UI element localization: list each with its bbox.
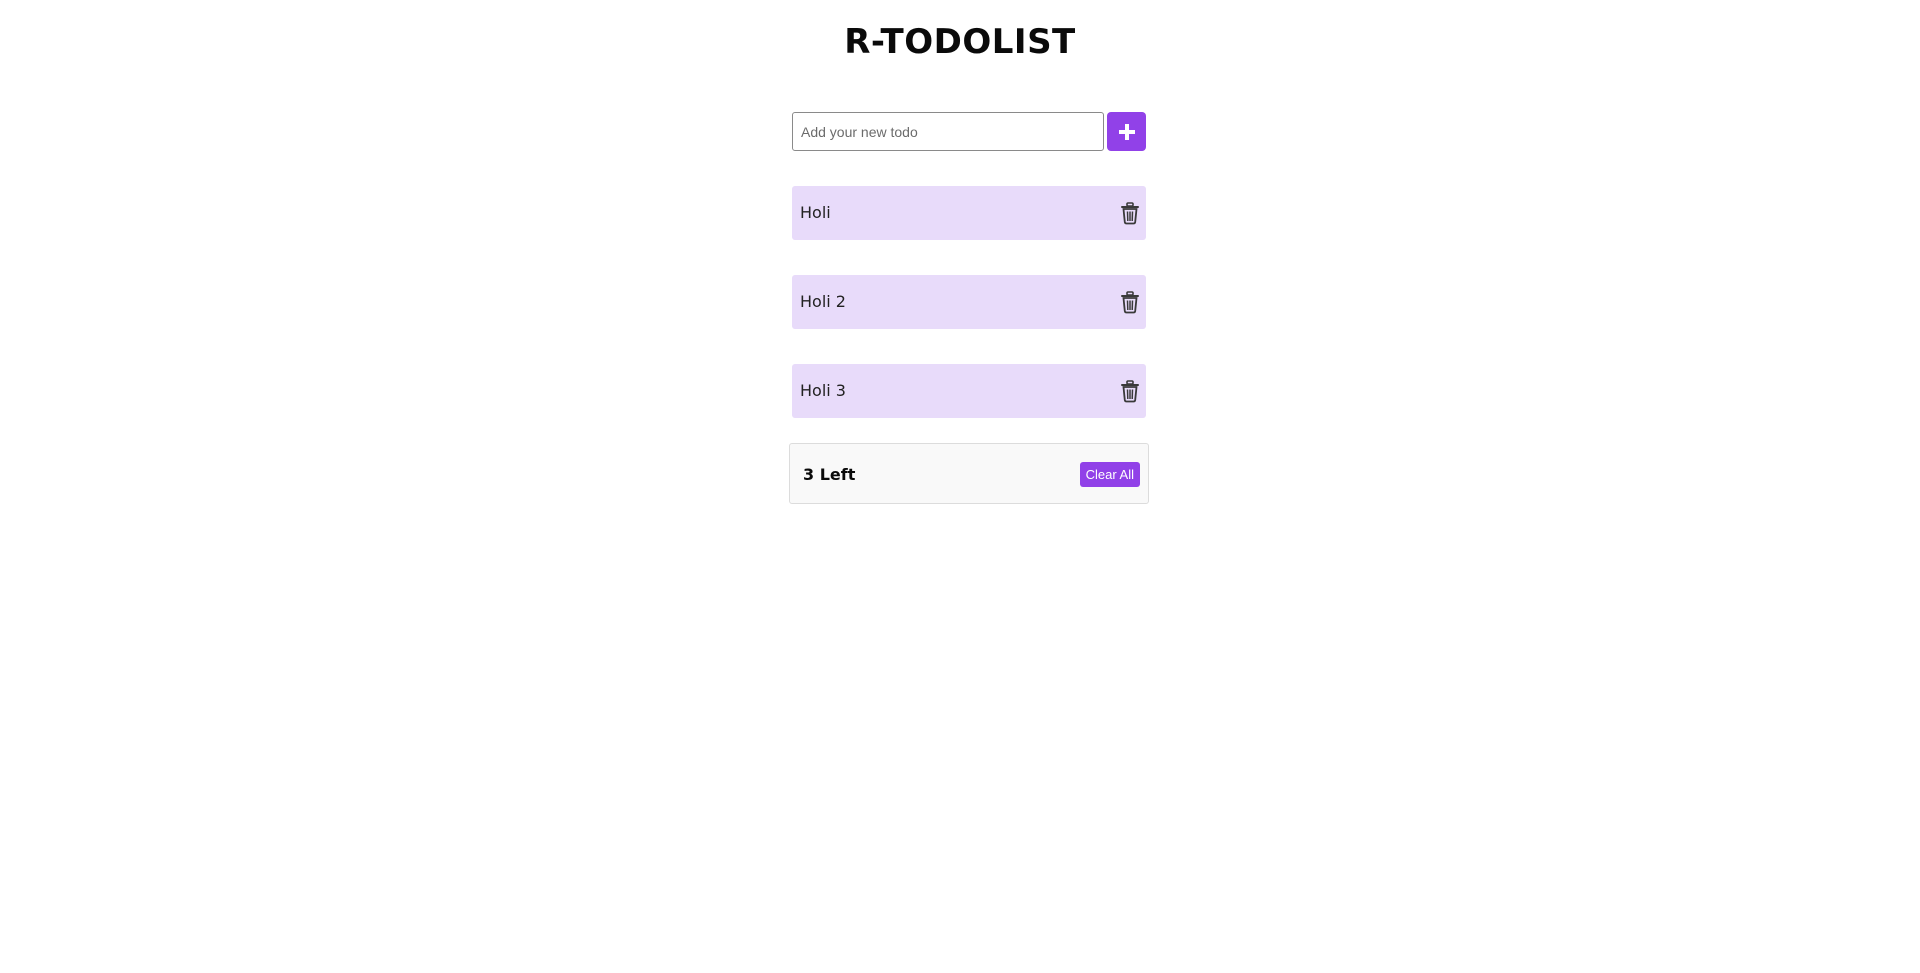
add-todo-form <box>792 112 1146 151</box>
trash-icon <box>1121 291 1139 314</box>
trash-icon <box>1121 380 1139 403</box>
list-item: Holi <box>792 186 1146 240</box>
todo-footer: 3 Left Clear All <box>789 443 1149 504</box>
page-title: R-TODOLIST <box>844 22 1076 62</box>
delete-todo-button[interactable] <box>1118 201 1142 225</box>
todo-list: Holi Holi 2 Holi 3 <box>792 186 1146 453</box>
add-todo-button[interactable] <box>1107 112 1146 151</box>
todo-text: Holi 3 <box>800 381 846 400</box>
todo-text: Holi <box>800 203 831 222</box>
clear-all-button[interactable]: Clear All <box>1079 462 1140 487</box>
list-item: Holi 2 <box>792 275 1146 329</box>
todo-app: R-TODOLIST Holi <box>0 0 1920 973</box>
new-todo-input[interactable] <box>792 112 1104 151</box>
items-left-count: 3 Left <box>803 465 856 484</box>
list-item: Holi 3 <box>792 364 1146 418</box>
delete-todo-button[interactable] <box>1118 290 1142 314</box>
plus-icon <box>1118 123 1135 140</box>
todo-text: Holi 2 <box>800 292 846 311</box>
trash-icon <box>1121 202 1139 225</box>
delete-todo-button[interactable] <box>1118 379 1142 403</box>
